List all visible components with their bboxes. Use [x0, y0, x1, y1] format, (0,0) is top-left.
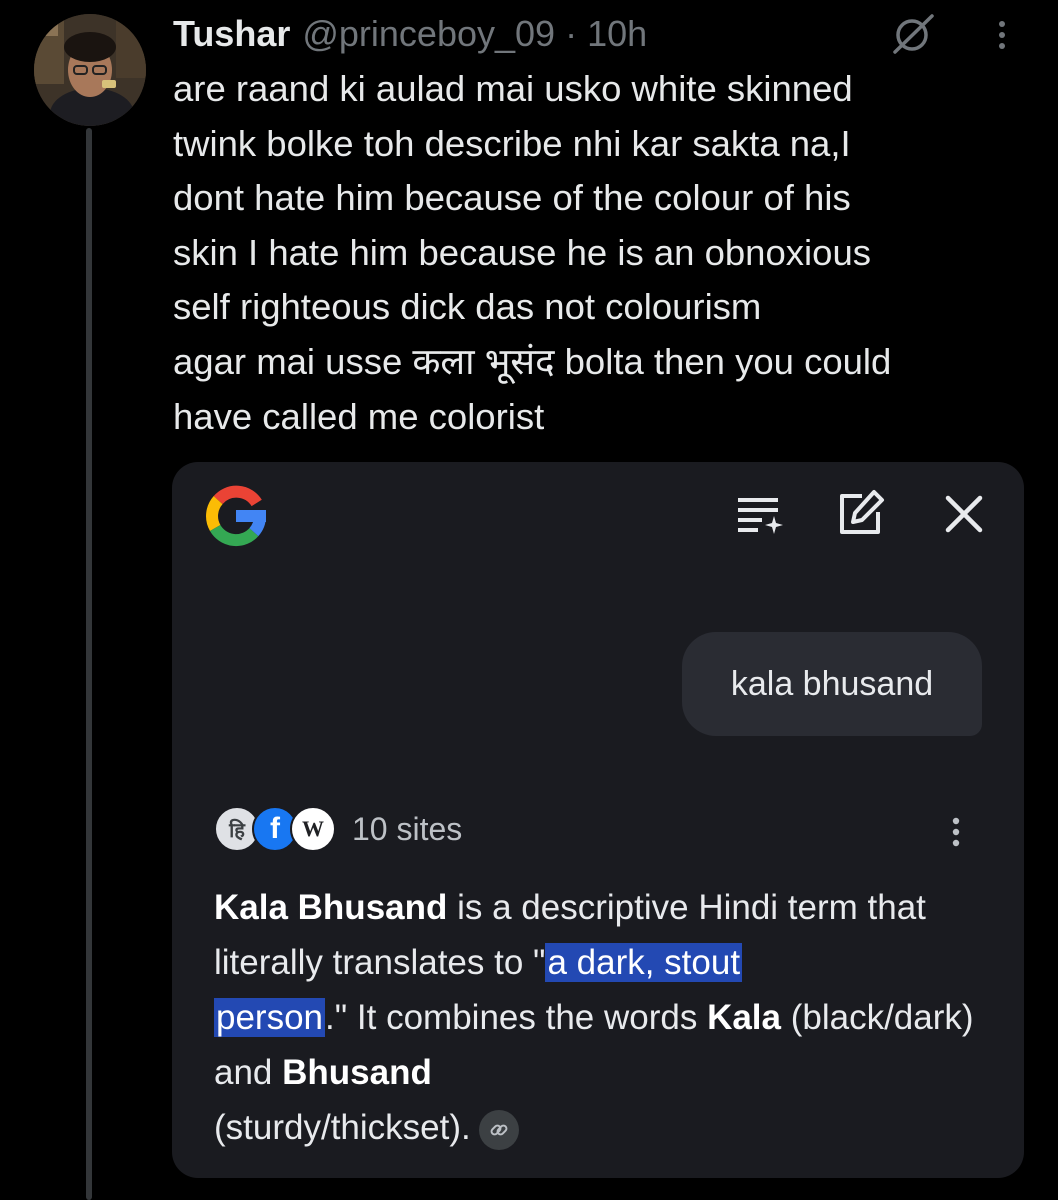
avatar[interactable] [34, 14, 146, 126]
post-text-line: skin I hate him because he is an obnoxio… [173, 231, 871, 273]
post-meta: @princeboy_09 · 10h [302, 12, 647, 56]
answer-segment: (sturdy/thickset). [214, 1108, 471, 1147]
filter-list-icon[interactable] [732, 486, 788, 542]
post-header: Tushar @princeboy_09 · 10h [173, 12, 647, 56]
answer-term: Kala Bhusand [214, 888, 448, 927]
close-icon[interactable] [936, 486, 992, 542]
attached-screenshot-card[interactable]: kala bhusand हि f W 10 sites Kala Bhusan… [172, 462, 1024, 1178]
grok-icon[interactable] [888, 12, 938, 56]
post-text-line: have called me colorist [173, 395, 545, 437]
highlighted-phrase[interactable]: a dark, stout [545, 943, 743, 982]
ai-answer-text: Kala Bhusand is a descriptive Hindi term… [214, 880, 1014, 1155]
google-g-icon [202, 482, 270, 550]
more-vertical-icon[interactable] [938, 812, 974, 852]
meta-separator: · [565, 13, 578, 54]
post-text-line: self righteous dick das not colourism [173, 286, 762, 328]
post-text: are raand ki aulad mai usko white skinne… [173, 62, 1043, 444]
sources-row[interactable]: हि f W 10 sites [214, 804, 462, 854]
answer-segment: ." It combines the words [325, 998, 708, 1037]
highlighted-phrase[interactable]: person [214, 998, 326, 1037]
post-time[interactable]: 10h [587, 13, 647, 54]
link-icon[interactable] [478, 1109, 519, 1150]
user-handle[interactable]: @princeboy_09 [302, 13, 555, 54]
thread-connector-line [86, 128, 92, 1200]
display-name[interactable]: Tushar [173, 12, 290, 56]
post-text-line: are raand ki aulad mai usko white skinne… [173, 68, 853, 109]
answer-word: Kala [707, 998, 781, 1037]
wikipedia-icon: W [290, 806, 336, 852]
sources-count[interactable]: 10 sites [352, 811, 462, 848]
post-text-line: twink bolke toh describe nhi kar sakta n… [173, 122, 851, 164]
edit-icon[interactable] [832, 486, 888, 542]
answer-word: Bhusand [282, 1053, 432, 1092]
post-text-line: dont hate him because of the colour of h… [173, 177, 851, 219]
user-query-bubble: kala bhusand [682, 632, 982, 736]
post-text-line: agar mai usse कला भूसंद bolta then you c… [173, 340, 892, 382]
more-icon[interactable] [984, 14, 1020, 56]
